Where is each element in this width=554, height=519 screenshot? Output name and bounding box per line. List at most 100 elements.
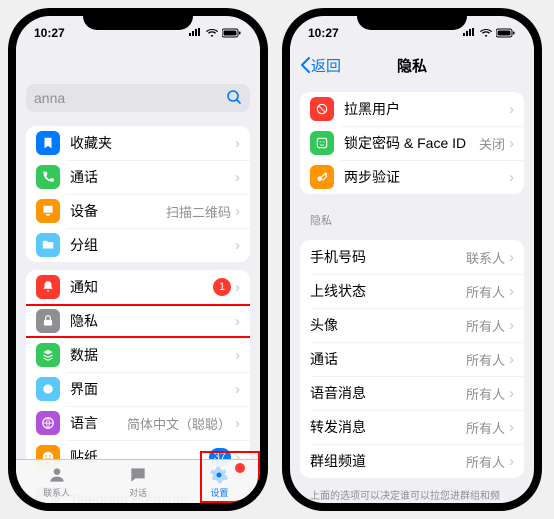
- row-label: 锁定密码 & Face ID: [344, 133, 479, 153]
- status-icons: [188, 28, 242, 38]
- chevron-right-icon: ›: [509, 135, 514, 152]
- settings-group: 收藏夹›通话›设备扫描二维码›分组›: [26, 126, 250, 262]
- settings-row-语言[interactable]: 语言简体中文（聪聪）›: [26, 406, 250, 440]
- row-label: 转发消息: [310, 417, 466, 437]
- chevron-right-icon: ›: [235, 279, 240, 296]
- chevron-right-icon: ›: [235, 415, 240, 432]
- settings-row-通知[interactable]: 通知1›: [26, 270, 250, 304]
- notch: [83, 8, 193, 30]
- privacy-row-转发消息[interactable]: 转发消息所有人›: [300, 410, 524, 444]
- row-label: 上线状态: [310, 281, 466, 301]
- chevron-right-icon: ›: [509, 101, 514, 118]
- row-value: 简体中文（聪聪）: [127, 414, 231, 433]
- chevron-right-icon: ›: [509, 419, 514, 436]
- privacy-row-头像[interactable]: 头像所有人›: [300, 308, 524, 342]
- settings-list[interactable]: 收藏夹›通话›设备扫描二维码›分组›通知1›隐私›数据›界面›语言简体中文（聪聪…: [16, 118, 260, 503]
- section-footer: 上面的选项可以决定谁可以拉您进群组和频道。: [290, 486, 534, 503]
- notification-badge: 1: [213, 278, 231, 296]
- privacy-row-拉黑用户[interactable]: 拉黑用户›: [300, 92, 524, 126]
- screen-right: 10:27 返回 隐私 拉黑用户›锁定密码 & Face ID关闭›两步验证›隐…: [290, 16, 534, 503]
- privacy-row-上线状态[interactable]: 上线状态所有人›: [300, 274, 524, 308]
- row-label: 手机号码: [310, 247, 466, 267]
- row-label: 界面: [70, 379, 231, 399]
- status-time: 10:27: [308, 26, 339, 40]
- row-label: 头像: [310, 315, 466, 335]
- ui-icon: [36, 377, 60, 401]
- search-input[interactable]: anna: [26, 84, 250, 112]
- settings-row-数据[interactable]: 数据›: [26, 338, 250, 372]
- device-icon: [36, 199, 60, 223]
- chevron-right-icon: ›: [235, 203, 240, 220]
- settings-group: 通知1›隐私›数据›界面›语言简体中文（聪聪）›贴纸37›: [26, 270, 250, 474]
- row-value: 所有人: [466, 282, 505, 301]
- row-label: 通话: [310, 349, 466, 369]
- chevron-right-icon: ›: [235, 169, 240, 186]
- search-icon[interactable]: [226, 89, 242, 108]
- navbar-left: [16, 46, 260, 84]
- tab-label: 联系人: [43, 486, 70, 499]
- row-value: 所有人: [466, 384, 505, 403]
- section-header: 隐私: [290, 202, 534, 232]
- row-label: 两步验证: [344, 167, 505, 187]
- row-label: 语言: [70, 413, 127, 433]
- chevron-right-icon: ›: [235, 135, 240, 152]
- chevron-right-icon: ›: [509, 169, 514, 186]
- row-label: 语音消息: [310, 383, 466, 403]
- row-value: 所有人: [466, 452, 505, 471]
- row-label: 隐私: [70, 311, 231, 331]
- privacy-row-两步验证[interactable]: 两步验证›: [300, 160, 524, 194]
- chevron-right-icon: ›: [509, 317, 514, 334]
- tab-对话[interactable]: 对话: [97, 460, 178, 503]
- row-label: 拉黑用户: [344, 99, 505, 119]
- row-label: 设备: [70, 201, 166, 221]
- back-button[interactable]: 返回: [300, 55, 341, 76]
- tab-notification-dot: [234, 462, 246, 474]
- chevron-right-icon: ›: [509, 385, 514, 402]
- row-value: 关闭: [479, 134, 505, 153]
- phone-right: 10:27 返回 隐私 拉黑用户›锁定密码 & Face ID关闭›两步验证›隐…: [282, 8, 542, 511]
- chevron-right-icon: ›: [509, 249, 514, 266]
- block-icon: [310, 97, 334, 121]
- chevron-right-icon: ›: [235, 313, 240, 330]
- settings-row-设备[interactable]: 设备扫描二维码›: [26, 194, 250, 228]
- row-label: 分组: [70, 235, 231, 255]
- tab-label: 对话: [129, 486, 147, 499]
- chevron-right-icon: ›: [509, 453, 514, 470]
- chevron-right-icon: ›: [235, 347, 240, 364]
- db-icon: [36, 343, 60, 367]
- settings-row-通话[interactable]: 通话›: [26, 160, 250, 194]
- faceid-icon: [310, 131, 334, 155]
- privacy-group: 手机号码联系人›上线状态所有人›头像所有人›通话所有人›语音消息所有人›转发消息…: [300, 240, 524, 478]
- row-label: 群组频道: [310, 451, 466, 471]
- settings-row-收藏夹[interactable]: 收藏夹›: [26, 126, 250, 160]
- row-label: 数据: [70, 345, 231, 365]
- tab-设置[interactable]: 设置: [179, 460, 260, 503]
- row-value: 所有人: [466, 350, 505, 369]
- row-label: 通话: [70, 167, 231, 187]
- folder-icon: [36, 233, 60, 257]
- bookmark-icon: [36, 131, 60, 155]
- status-icons: [462, 28, 516, 38]
- settings-row-界面[interactable]: 界面›: [26, 372, 250, 406]
- bell-icon: [36, 275, 60, 299]
- settings-row-分组[interactable]: 分组›: [26, 228, 250, 262]
- privacy-row-锁定密码 & Face ID[interactable]: 锁定密码 & Face ID关闭›: [300, 126, 524, 160]
- lock-icon: [36, 309, 60, 333]
- privacy-list[interactable]: 拉黑用户›锁定密码 & Face ID关闭›两步验证›隐私手机号码联系人›上线状…: [290, 84, 534, 503]
- notch: [357, 8, 467, 30]
- row-label: 通知: [70, 277, 213, 297]
- row-value: 联系人: [466, 248, 505, 267]
- privacy-row-群组频道[interactable]: 群组频道所有人›: [300, 444, 524, 478]
- row-value: 扫描二维码: [166, 202, 231, 221]
- privacy-row-通话[interactable]: 通话所有人›: [300, 342, 524, 376]
- tab-label: 设置: [210, 486, 228, 499]
- phone-left: 10:27 anna 收藏夹›通话›设备扫描二维码›分组›通知1›隐私›数据›界…: [8, 8, 268, 511]
- row-label: 收藏夹: [70, 133, 231, 153]
- status-time: 10:27: [34, 26, 65, 40]
- lang-icon: [36, 411, 60, 435]
- privacy-row-手机号码[interactable]: 手机号码联系人›: [300, 240, 524, 274]
- tab-bar: 联系人 对话 设置: [16, 459, 260, 503]
- tab-联系人[interactable]: 联系人: [16, 460, 97, 503]
- privacy-row-语音消息[interactable]: 语音消息所有人›: [300, 376, 524, 410]
- settings-row-隐私[interactable]: 隐私›: [26, 304, 250, 338]
